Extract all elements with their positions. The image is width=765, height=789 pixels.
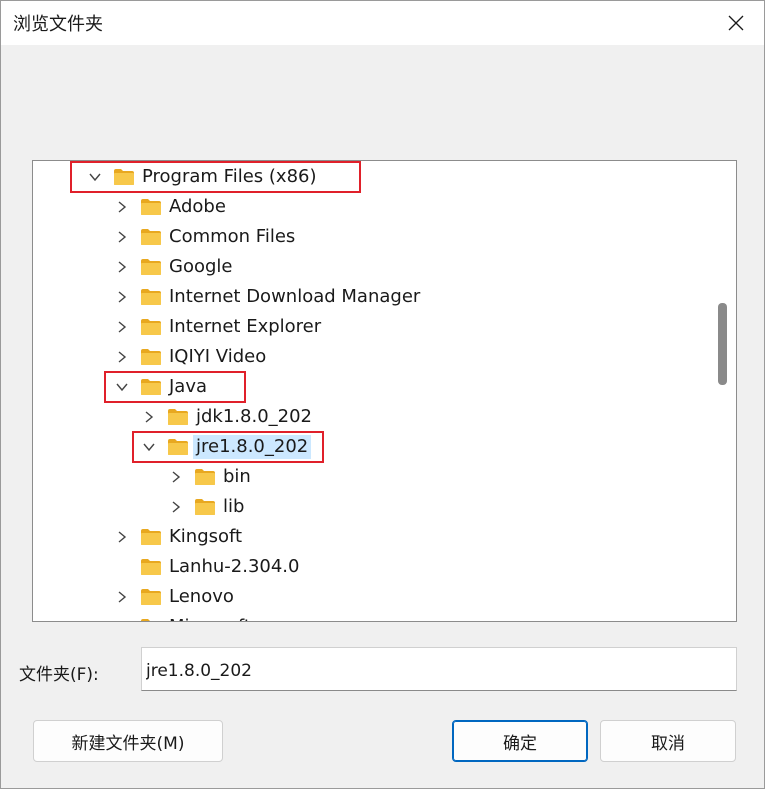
tree-item[interactable]: bin bbox=[33, 462, 713, 492]
new-folder-button[interactable]: 新建文件夹(M) bbox=[33, 720, 223, 762]
chevron-down-icon[interactable] bbox=[140, 438, 158, 456]
chevron-down-icon[interactable] bbox=[113, 378, 131, 396]
folder-icon bbox=[113, 168, 135, 186]
tree-item-label: Internet Explorer bbox=[169, 316, 322, 337]
folder-icon bbox=[140, 228, 162, 246]
folder-icon bbox=[140, 588, 162, 606]
ok-button[interactable]: 确定 bbox=[452, 720, 588, 762]
tree-item[interactable]: Adobe bbox=[33, 192, 713, 222]
chevron-right-icon[interactable] bbox=[113, 588, 131, 606]
tree-item[interactable]: Internet Explorer bbox=[33, 312, 713, 342]
tree-item[interactable]: Microsoft bbox=[33, 612, 713, 621]
folder-tree[interactable]: Microsoft Lenovo Lanhu-2.304.0 Kingsoft lib b… bbox=[32, 160, 737, 622]
cancel-button[interactable]: 取消 bbox=[600, 720, 736, 762]
tree-item-label: Adobe bbox=[169, 196, 226, 217]
chevron-right-icon[interactable] bbox=[113, 198, 131, 216]
tree-item[interactable]: lib bbox=[33, 492, 713, 522]
browse-folder-dialog: 浏览文件夹 Microsoft Lenovo Lanhu-2.304.0 Kingso… bbox=[0, 0, 765, 789]
chevron-right-icon[interactable] bbox=[113, 258, 131, 276]
tree-item[interactable]: Google bbox=[33, 252, 713, 282]
tree-item[interactable]: Kingsoft bbox=[33, 522, 713, 552]
chevron-right-icon[interactable] bbox=[113, 348, 131, 366]
tree-item-label: jre1.8.0_202 bbox=[193, 435, 312, 459]
chevron-right-icon[interactable] bbox=[167, 468, 185, 486]
folder-icon bbox=[140, 288, 162, 306]
folder-icon bbox=[167, 438, 189, 456]
chevron-right-icon[interactable] bbox=[113, 528, 131, 546]
chevron-right-icon[interactable] bbox=[140, 408, 158, 426]
tree-item[interactable]: Java bbox=[33, 372, 713, 402]
tree-item[interactable]: Program Files (x86) bbox=[33, 162, 713, 192]
chevron-right-icon[interactable] bbox=[113, 618, 131, 621]
tree-item-label: Microsoft bbox=[166, 615, 254, 621]
folder-icon bbox=[140, 528, 162, 546]
vertical-scrollbar[interactable] bbox=[710, 161, 736, 621]
folder-icon bbox=[167, 408, 189, 426]
chevron-right-icon[interactable] bbox=[167, 498, 185, 516]
tree-item[interactable]: Lenovo bbox=[33, 582, 713, 612]
tree-item-label: Kingsoft bbox=[169, 526, 243, 547]
folder-input[interactable] bbox=[141, 647, 737, 691]
tree-item[interactable]: Common Files bbox=[33, 222, 713, 252]
scrollbar-thumb[interactable] bbox=[718, 303, 727, 385]
tree-item-label: Java bbox=[169, 376, 208, 397]
tree-item[interactable]: IQIYI Video bbox=[33, 342, 713, 372]
folder-icon bbox=[140, 558, 162, 576]
tree-item-label: Lenovo bbox=[169, 586, 234, 607]
tree-item-label: IQIYI Video bbox=[169, 346, 267, 367]
folder-icon bbox=[140, 318, 162, 336]
folder-icon bbox=[194, 498, 216, 516]
tree-item-label: lib bbox=[223, 496, 245, 517]
dialog-title: 浏览文件夹 bbox=[13, 14, 103, 35]
chevron-down-icon[interactable] bbox=[86, 168, 104, 186]
tree-item-label: Internet Download Manager bbox=[169, 286, 421, 307]
tree-item-label: jdk1.8.0_202 bbox=[196, 406, 313, 427]
tree-item[interactable]: Lanhu-2.304.0 bbox=[33, 552, 713, 582]
tree-item[interactable]: jdk1.8.0_202 bbox=[33, 402, 713, 432]
tree-item-label: Program Files (x86) bbox=[142, 166, 317, 187]
folder-icon bbox=[140, 618, 162, 621]
tree-item[interactable]: jre1.8.0_202 bbox=[33, 432, 713, 462]
chevron-right-icon[interactable] bbox=[113, 318, 131, 336]
close-icon bbox=[728, 15, 744, 31]
title-bar: 浏览文件夹 bbox=[1, 1, 764, 45]
folder-icon bbox=[194, 468, 216, 486]
folder-icon bbox=[140, 348, 162, 366]
tree-item-label: bin bbox=[223, 466, 251, 487]
folder-icon bbox=[140, 378, 162, 396]
tree-item-label: Common Files bbox=[169, 226, 296, 247]
chevron-right-icon[interactable] bbox=[113, 288, 131, 306]
close-button[interactable] bbox=[716, 5, 756, 41]
tree-item-label: Google bbox=[169, 256, 233, 277]
folder-field-label: 文件夹(F): bbox=[19, 665, 99, 685]
folder-icon bbox=[140, 258, 162, 276]
folder-icon bbox=[140, 198, 162, 216]
chevron-right-icon[interactable] bbox=[113, 228, 131, 246]
tree-item[interactable]: Internet Download Manager bbox=[33, 282, 713, 312]
tree-item-label: Lanhu-2.304.0 bbox=[169, 556, 300, 577]
